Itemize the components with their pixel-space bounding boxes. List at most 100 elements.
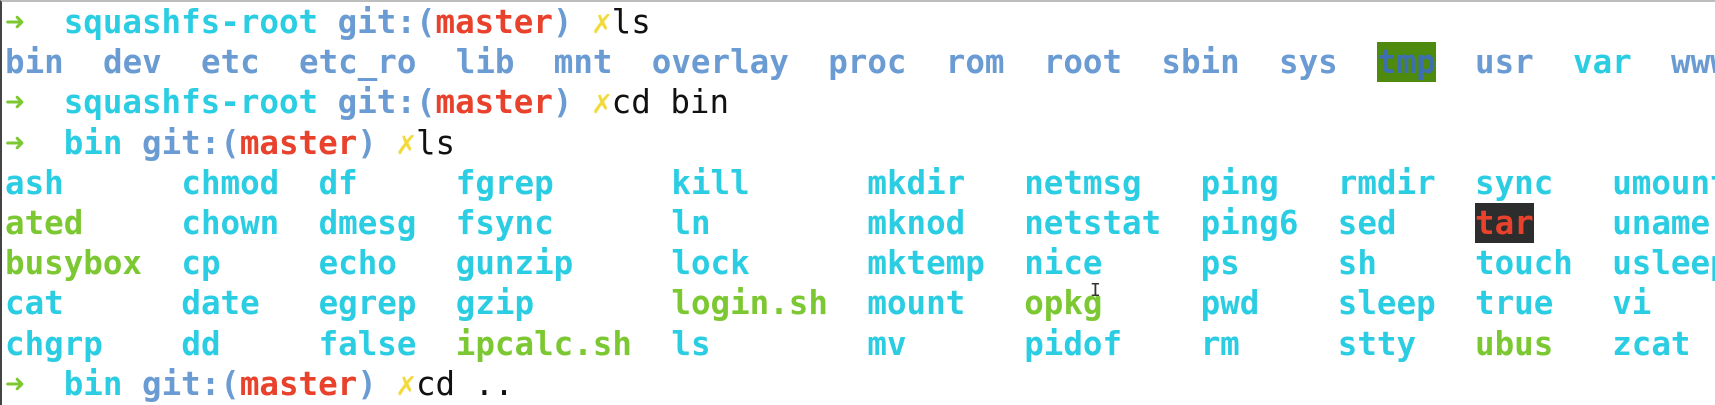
prompt-directory: squashfs-root xyxy=(63,3,319,41)
file-entry[interactable]: proc xyxy=(828,42,906,82)
prompt-arrow-icon: ➜ xyxy=(5,364,25,403)
file-entry[interactable]: tar xyxy=(1475,203,1534,243)
file-entry[interactable]: busybox xyxy=(5,243,142,283)
command-text[interactable]: cd .. xyxy=(416,365,514,403)
file-entry[interactable]: sed xyxy=(1338,203,1397,243)
file-entry[interactable]: nice xyxy=(1024,243,1102,283)
file-entry[interactable]: ubus xyxy=(1475,324,1553,364)
file-entry[interactable]: ln xyxy=(671,203,710,243)
git-dirty-icon: ✗ xyxy=(592,83,612,122)
file-entry[interactable]: chmod xyxy=(181,163,279,203)
git-branch: master xyxy=(435,3,553,41)
file-entry[interactable]: ipcalc.sh xyxy=(456,324,632,364)
file-entry[interactable]: stty xyxy=(1338,324,1416,364)
terminal-window[interactable]: I ➜ squashfs-root git:(master) ✗ls bin dev… xyxy=(0,0,1715,405)
file-entry[interactable]: sbin xyxy=(1161,42,1239,82)
file-entry[interactable]: df xyxy=(319,163,358,203)
command-text[interactable]: ls xyxy=(612,3,651,41)
git-prefix: git:( xyxy=(337,83,436,122)
prompt-line: ➜ bin git:(master) ✗ls xyxy=(5,123,455,163)
file-entry[interactable]: umount xyxy=(1612,163,1715,203)
file-entry[interactable]: opkg xyxy=(1024,283,1102,323)
file-entry[interactable]: lib xyxy=(456,42,515,82)
git-branch: master xyxy=(435,83,553,122)
file-entry[interactable]: ping xyxy=(1201,163,1279,203)
file-entry[interactable]: sleep xyxy=(1338,283,1436,323)
file-entry[interactable]: mktemp xyxy=(867,243,984,283)
file-entry[interactable]: rom xyxy=(946,42,1005,82)
file-entry[interactable]: ping6 xyxy=(1201,203,1299,243)
file-entry[interactable]: date xyxy=(181,283,259,323)
file-entry[interactable]: sync xyxy=(1475,163,1553,203)
file-entry[interactable]: tmp xyxy=(1377,42,1436,83)
file-entry[interactable]: www xyxy=(1671,42,1715,82)
file-entry[interactable]: mount xyxy=(867,283,965,323)
file-entry[interactable]: chown xyxy=(181,203,279,243)
file-entry[interactable]: pidof xyxy=(1024,324,1122,364)
prompt-arrow-icon: ➜ xyxy=(5,123,25,162)
git-branch: master xyxy=(239,364,358,403)
prompt-arrow-icon: ➜ xyxy=(5,83,25,122)
file-entry[interactable]: vi xyxy=(1612,283,1651,323)
file-entry[interactable]: dev xyxy=(103,42,162,82)
file-entry[interactable]: netmsg xyxy=(1024,163,1141,203)
file-entry[interactable]: bin xyxy=(5,42,64,82)
file-entry[interactable]: lock xyxy=(671,243,749,283)
file-entry[interactable]: sh xyxy=(1338,243,1377,283)
file-entry[interactable]: login.sh xyxy=(671,283,828,323)
file-entry[interactable]: fgrep xyxy=(456,163,554,203)
git-suffix: ) xyxy=(357,364,377,403)
file-entry[interactable]: etc xyxy=(201,42,260,82)
file-entry[interactable]: usr xyxy=(1475,42,1534,82)
file-entry[interactable]: sys xyxy=(1279,42,1338,82)
file-entry[interactable]: mkdir xyxy=(867,163,965,203)
file-entry[interactable]: gzip xyxy=(456,283,534,323)
file-entry[interactable]: overlay xyxy=(652,42,789,82)
file-entry[interactable]: mv xyxy=(867,324,906,364)
file-entry[interactable]: rmdir xyxy=(1338,163,1436,203)
file-entry[interactable]: ls xyxy=(671,324,710,364)
file-entry[interactable]: chgrp xyxy=(5,324,103,364)
file-entry[interactable]: var xyxy=(1573,42,1632,82)
file-entry[interactable]: egrep xyxy=(319,283,417,323)
file-entry[interactable]: mknod xyxy=(867,203,965,243)
file-entry[interactable]: ps xyxy=(1201,243,1240,283)
file-entry[interactable]: gunzip xyxy=(456,243,573,283)
prompt-arrow-icon: ➜ xyxy=(5,3,25,41)
prompt-line: ➜ bin git:(master) ✗cd .. xyxy=(5,364,514,404)
file-entry[interactable]: touch xyxy=(1475,243,1573,283)
git-dirty-icon: ✗ xyxy=(592,3,612,41)
file-entry[interactable]: dd xyxy=(181,324,220,364)
file-entry[interactable]: netstat xyxy=(1024,203,1161,243)
file-entry[interactable]: zcat xyxy=(1612,324,1690,364)
prompt-directory: squashfs-root xyxy=(63,83,319,122)
command-text[interactable]: ls xyxy=(416,124,455,162)
git-suffix: ) xyxy=(552,3,573,41)
git-suffix: ) xyxy=(357,123,377,162)
git-suffix: ) xyxy=(552,83,573,122)
git-prefix: git:( xyxy=(142,364,240,403)
git-prefix: git:( xyxy=(337,3,436,41)
file-entry[interactable]: root xyxy=(1044,42,1122,82)
file-entry[interactable]: etc_ro xyxy=(299,42,416,82)
file-entry[interactable]: cat xyxy=(5,283,64,323)
file-entry[interactable]: uname xyxy=(1612,203,1710,243)
git-dirty-icon: ✗ xyxy=(396,364,416,403)
git-branch: master xyxy=(239,123,358,162)
file-entry[interactable]: usleep xyxy=(1612,243,1715,283)
prompt-line: ➜ squashfs-root git:(master) ✗cd bin xyxy=(5,82,729,122)
file-entry[interactable]: true xyxy=(1475,283,1553,323)
file-entry[interactable]: ated xyxy=(5,203,83,243)
file-entry[interactable]: echo xyxy=(319,243,397,283)
file-entry[interactable]: pwd xyxy=(1201,283,1260,323)
file-entry[interactable]: kill xyxy=(671,163,749,203)
file-entry[interactable]: false xyxy=(319,324,417,364)
file-entry[interactable]: mnt xyxy=(554,42,613,82)
file-entry[interactable]: rm xyxy=(1201,324,1240,364)
file-entry[interactable]: fsync xyxy=(456,203,554,243)
command-text[interactable]: cd bin xyxy=(612,83,729,121)
prompt-directory: bin xyxy=(63,364,123,403)
file-entry[interactable]: dmesg xyxy=(319,203,417,243)
file-entry[interactable]: ash xyxy=(5,163,64,203)
file-entry[interactable]: cp xyxy=(181,243,220,283)
